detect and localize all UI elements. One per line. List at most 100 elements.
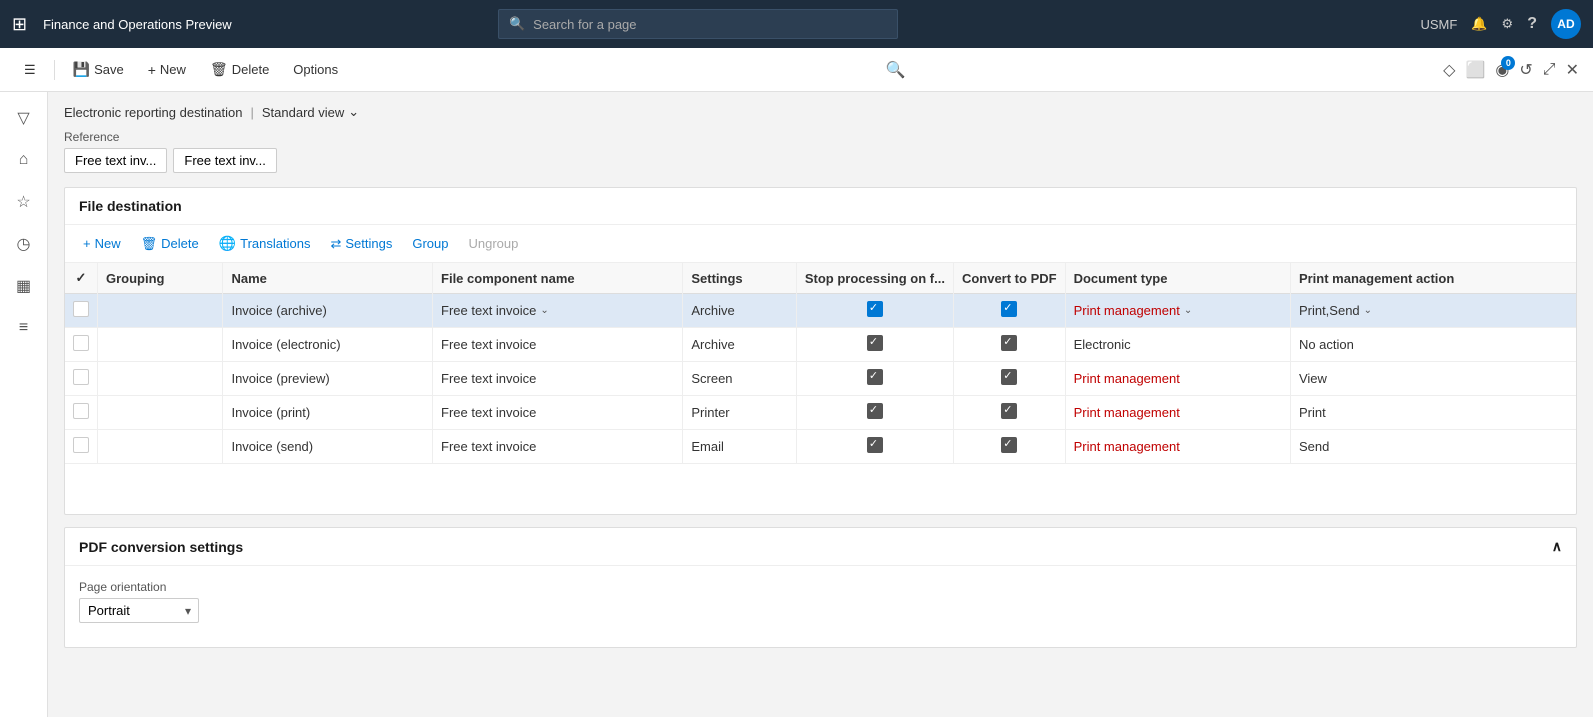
fd-delete-icon: 🗑 <box>141 236 158 252</box>
row-checkbox-cell[interactable] <box>65 294 98 328</box>
view-label: Standard view <box>262 105 344 120</box>
sidebar-workspace-icon[interactable]: ▦ <box>6 268 42 304</box>
save-button[interactable]: 💾 Save <box>63 56 134 83</box>
fd-settings-button[interactable]: ⇄ Settings <box>322 232 400 256</box>
row-pdf-checkbox[interactable] <box>1001 369 1017 385</box>
row-stop-processing[interactable] <box>796 294 953 328</box>
expand-icon[interactable]: ⤢ <box>1543 61 1556 79</box>
col-header-file-component: File component name <box>433 263 683 294</box>
row-doc-type-dropdown[interactable]: Print management⌄ <box>1074 303 1282 318</box>
user-avatar[interactable]: AD <box>1551 9 1581 39</box>
ref-button-1[interactable]: Free text inv... <box>64 148 167 173</box>
file-destination-title: File destination <box>79 198 182 214</box>
left-sidebar: ▽ ⌂ ☆ ◷ ▦ ≡ <box>0 92 48 717</box>
row-pdf-checkbox[interactable] <box>1001 437 1017 453</box>
row-convert-pdf[interactable] <box>953 396 1065 430</box>
badge-icon[interactable]: ◉ 0 <box>1495 60 1509 80</box>
diamond-icon[interactable]: ◇ <box>1443 60 1455 80</box>
fd-new-label: New <box>95 236 121 251</box>
row-convert-pdf[interactable] <box>953 294 1065 328</box>
row-checkbox[interactable] <box>73 301 89 317</box>
fd-translations-button[interactable]: 🌐 Translations <box>211 231 319 256</box>
pdf-conversion-card: PDF conversion settings ∧ Page orientati… <box>64 527 1577 648</box>
fd-group-button[interactable]: Group <box>404 232 456 255</box>
view-selector[interactable]: Standard view ⌄ <box>262 104 359 120</box>
row-stop-checkbox[interactable] <box>867 369 883 385</box>
close-icon[interactable]: ✕ <box>1566 60 1579 80</box>
toolbar-search-icon[interactable]: 🔍 <box>886 60 906 80</box>
row-stop-checkbox[interactable] <box>867 403 883 419</box>
row-checkbox-cell[interactable] <box>65 328 98 362</box>
row-checkbox-cell[interactable] <box>65 430 98 464</box>
pdf-collapse-icon[interactable]: ∧ <box>1552 538 1562 555</box>
delete-button[interactable]: 🗑 Delete <box>200 56 279 83</box>
row-checkbox[interactable] <box>73 403 89 419</box>
row-print-action-dropdown[interactable]: Print,Send⌄ <box>1299 303 1568 318</box>
row-doc-type-text: Print management <box>1074 405 1180 420</box>
sidebar-home-icon[interactable]: ⌂ <box>6 142 42 178</box>
row-name: Invoice (archive) <box>223 294 433 328</box>
row-settings: Archive <box>683 294 796 328</box>
col-header-check: ✓ <box>65 263 98 294</box>
company-label: USMF <box>1421 17 1458 32</box>
delete-label: Delete <box>232 62 270 77</box>
fd-delete-button[interactable]: 🗑 Delete <box>133 232 207 256</box>
row-grouping <box>98 328 223 362</box>
row-stop-processing[interactable] <box>796 430 953 464</box>
row-file-component: Free text invoice <box>433 396 683 430</box>
row-checkbox-cell[interactable] <box>65 396 98 430</box>
search-box[interactable]: 🔍 Search for a page <box>498 9 898 39</box>
row-settings: Printer <box>683 396 796 430</box>
row-stop-processing[interactable] <box>796 396 953 430</box>
hamburger-menu-button[interactable]: ☰ <box>14 57 46 83</box>
row-file-component: Free text invoice <box>433 362 683 396</box>
help-icon[interactable]: ? <box>1527 15 1537 33</box>
toolbar-right-icons: ◇ ⬜ ◉ 0 ↺ ⤢ ✕ <box>1443 60 1579 80</box>
options-button[interactable]: Options <box>283 57 348 82</box>
sidebar-favorites-icon[interactable]: ☆ <box>6 184 42 220</box>
row-stop-checkbox[interactable] <box>867 437 883 453</box>
row-stop-processing[interactable] <box>796 328 953 362</box>
row-name: Invoice (preview) <box>223 362 433 396</box>
gear-icon[interactable]: ⚙ <box>1502 16 1514 32</box>
table-row: Invoice (preview)Free text invoiceScreen… <box>65 362 1576 396</box>
sidebar-filter-icon[interactable]: ▽ <box>6 100 42 136</box>
row-document-type: Print management <box>1065 362 1290 396</box>
save-label: Save <box>94 62 124 77</box>
layout-icon[interactable]: ⬜ <box>1465 60 1485 80</box>
row-checkbox[interactable] <box>73 437 89 453</box>
fd-new-button[interactable]: + New <box>75 232 129 255</box>
app-grid-icon[interactable]: ⊞ <box>12 14 27 35</box>
row-pdf-checkbox[interactable] <box>1001 301 1017 317</box>
row-convert-pdf[interactable] <box>953 328 1065 362</box>
row-document-type: Electronic <box>1065 328 1290 362</box>
row-pdf-checkbox[interactable] <box>1001 335 1017 351</box>
hamburger-icon: ☰ <box>24 62 36 78</box>
ref-button-2[interactable]: Free text inv... <box>173 148 276 173</box>
new-button[interactable]: + New <box>138 57 196 83</box>
row-checkbox-cell[interactable] <box>65 362 98 396</box>
row-stop-checkbox[interactable] <box>867 335 883 351</box>
row-convert-pdf[interactable] <box>953 362 1065 396</box>
col-header-print-action: Print management action <box>1290 263 1576 294</box>
row-stop-checkbox[interactable] <box>867 301 883 317</box>
row-pdf-checkbox[interactable] <box>1001 403 1017 419</box>
refresh-icon[interactable]: ↺ <box>1519 60 1532 80</box>
row-checkbox[interactable] <box>73 369 89 385</box>
bell-icon[interactable]: 🔔 <box>1471 16 1487 32</box>
new-icon: + <box>148 62 156 78</box>
orientation-select[interactable]: Portrait Landscape <box>79 598 199 623</box>
sidebar-list-icon[interactable]: ≡ <box>6 310 42 346</box>
main-layout: ▽ ⌂ ☆ ◷ ▦ ≡ Electronic reporting destina… <box>0 92 1593 717</box>
sidebar-recent-icon[interactable]: ◷ <box>6 226 42 262</box>
row-file-component-dropdown[interactable]: Free text invoice⌄ <box>441 303 674 318</box>
row-convert-pdf[interactable] <box>953 430 1065 464</box>
print-dropdown-arrow-icon: ⌄ <box>1364 305 1372 316</box>
row-name: Invoice (send) <box>223 430 433 464</box>
fd-ungroup-button[interactable]: Ungroup <box>461 232 527 255</box>
row-checkbox[interactable] <box>73 335 89 351</box>
file-destination-table: ✓ Grouping Name File component name Sett… <box>65 263 1576 464</box>
row-stop-processing[interactable] <box>796 362 953 396</box>
fd-group-label: Group <box>412 236 448 251</box>
row-document-type: Print management <box>1065 430 1290 464</box>
